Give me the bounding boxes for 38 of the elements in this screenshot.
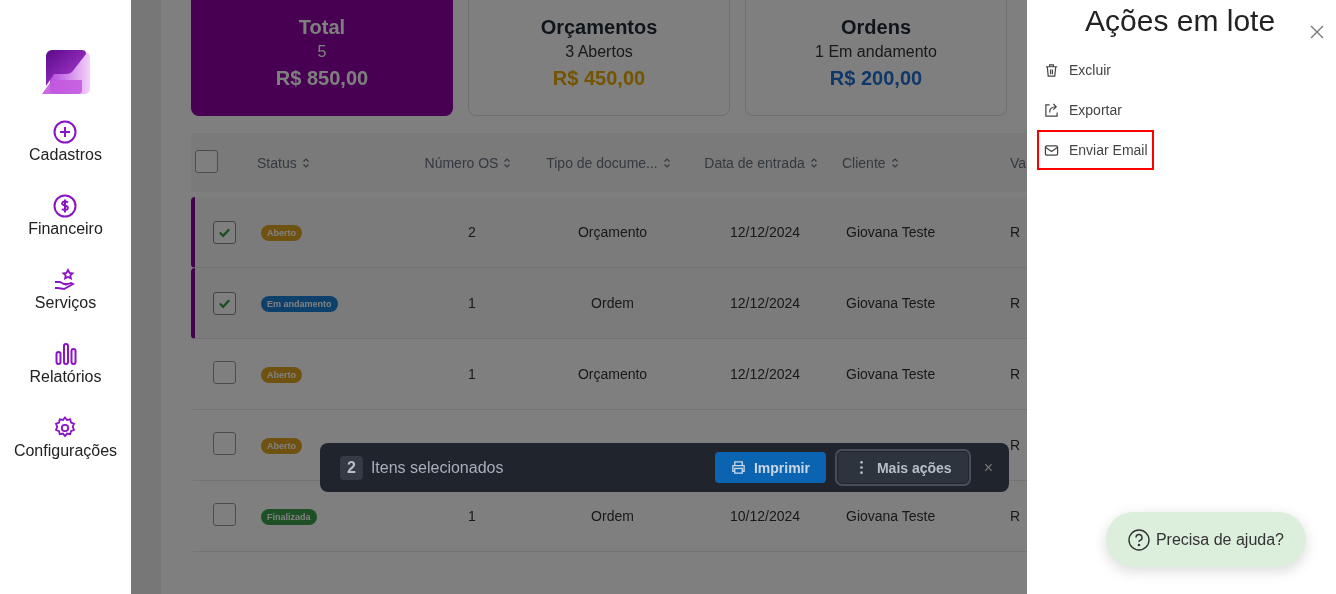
card-count: 1 Em andamento [815, 43, 937, 61]
selection-count: 2 [340, 455, 363, 480]
card-amount: R$ 200,00 [829, 67, 923, 90]
table-cell: 1 [468, 295, 476, 311]
status-badge: Finalizada [261, 509, 317, 525]
card-amount: R$ 850,00 [275, 67, 369, 90]
table-cell: Orçamento [577, 366, 648, 382]
table-cell: R [1010, 437, 1021, 453]
table-cell: Giovana Teste [846, 366, 936, 382]
panel-title: Ações em lote [1085, 4, 1276, 38]
table-cell: Giovana Teste [846, 224, 936, 240]
table-cell: 1 [468, 508, 476, 524]
table-cell: 12/12/2024 [729, 366, 801, 382]
table-cell: R [1010, 508, 1021, 524]
table-cell: 2 [468, 224, 476, 240]
table-cell: 12/12/2024 [729, 224, 801, 240]
table-cell: Giovana Teste [846, 295, 936, 311]
table-cell: Ordem [591, 508, 634, 524]
card-count: 5 [317, 43, 327, 61]
table-cell: R [1010, 366, 1021, 382]
status-badge: Aberto [261, 367, 302, 383]
table-cell: 1 [468, 366, 476, 382]
card-title: Total [298, 16, 346, 39]
status-badge: Aberto [261, 438, 302, 454]
table-cell: Giovana Teste [846, 508, 936, 524]
table-cell: R [1010, 224, 1021, 240]
selection-label: Itens selecionados [370, 458, 504, 477]
table-cell: Ordem [591, 295, 634, 311]
card-title: Ordens [841, 16, 911, 39]
status-badge: Aberto [261, 225, 302, 241]
status-badge: Em andamento [261, 296, 338, 312]
card-count: 3 Abertos [565, 43, 633, 61]
table-cell: Orçamento [577, 224, 648, 240]
table-cell: R [1010, 295, 1021, 311]
table-cell: 10/12/2024 [729, 508, 801, 524]
table-cell: 12/12/2024 [729, 295, 801, 311]
card-title: Orçamentos [540, 16, 658, 39]
card-amount: R$ 450,00 [552, 67, 646, 90]
